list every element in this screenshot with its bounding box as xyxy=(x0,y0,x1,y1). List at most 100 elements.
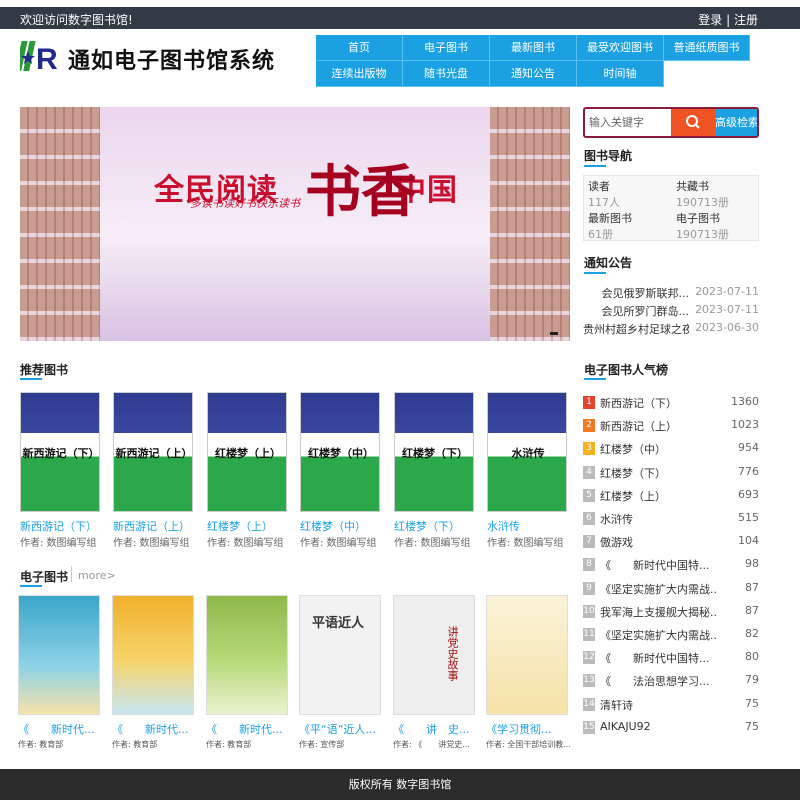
ebook-cover[interactable] xyxy=(112,595,194,715)
top-bar: 欢迎访问数字图书馆! 登录 | 注册 xyxy=(0,7,800,29)
login-link[interactable]: 登录 xyxy=(698,13,722,27)
rank-book-title[interactable]: 《 新时代中国特... xyxy=(600,557,718,573)
logo-icon[interactable]: R xyxy=(20,39,62,73)
rank-number: 9 xyxy=(583,581,595,595)
book-cover[interactable]: 红楼梦（下） xyxy=(394,392,474,512)
stat-ebooks: 电子图书 190713册 xyxy=(676,212,729,241)
ranking-item[interactable]: 2 新西游记（上） 1023 xyxy=(583,416,759,434)
rank-book-title[interactable]: 新西游记（下） xyxy=(600,395,718,411)
advanced-search-button[interactable]: 高级检索 xyxy=(715,109,757,136)
notice-item[interactable]: 会见俄罗斯联邦... 2023-07-11 xyxy=(583,285,760,303)
rank-count: 515 xyxy=(738,511,759,524)
rank-number: 10 xyxy=(583,604,595,618)
ebook-title[interactable]: 《 新时代... xyxy=(206,721,292,737)
nav-item-notices[interactable]: 通知公告 xyxy=(490,61,577,87)
rank-number: 13 xyxy=(583,674,595,688)
nav-item-timeline[interactable]: 时间轴 xyxy=(577,61,664,87)
rank-book-title[interactable]: 傲游戏 xyxy=(600,534,718,550)
ranking-item[interactable]: 11 《坚定实施扩大内需战... 82 xyxy=(583,625,759,643)
rank-book-title[interactable]: 水浒传 xyxy=(600,511,718,527)
ebook-title[interactable]: 《 新时代... xyxy=(112,721,198,737)
ebook-title[interactable]: 《 新时代... xyxy=(18,721,104,737)
rank-count: 1360 xyxy=(731,395,759,408)
nav-item-home[interactable]: 首页 xyxy=(316,35,403,61)
rank-book-title[interactable]: 红楼梦（上） xyxy=(600,488,718,504)
nav-item-paper[interactable]: 普通纸质图书 xyxy=(664,35,750,61)
book-author: 作者: 数图编写组 xyxy=(394,538,471,549)
rank-book-title[interactable]: 清轩诗 xyxy=(600,697,718,713)
search-button[interactable] xyxy=(671,109,715,136)
ebook-cover[interactable]: 讲党史故事 xyxy=(393,595,475,715)
book-cover[interactable]: 水浒传 xyxy=(487,392,567,512)
notice-item[interactable]: 贵州村超乡村足球之夜...2023-06-30 xyxy=(583,321,759,339)
ebook-cover[interactable] xyxy=(206,595,288,715)
rank-count: 75 xyxy=(745,719,759,733)
ranking-item[interactable]: 1 新西游记（下） 1360 xyxy=(583,393,759,411)
rank-book-title[interactable]: 《坚定实施扩大内需战... xyxy=(600,627,718,643)
ranking-item[interactable]: 14 清轩诗 75 xyxy=(583,695,759,713)
site-footer: 版权所有 数字图书馆 xyxy=(0,769,800,800)
ebook-cover[interactable] xyxy=(486,595,568,715)
rank-count: 776 xyxy=(738,464,759,478)
rank-book-title[interactable]: 红楼梦（下） xyxy=(600,465,718,481)
ebook-cover[interactable]: 平语近人 xyxy=(299,595,381,715)
carousel-indicator[interactable] xyxy=(550,332,558,335)
rank-book-title[interactable]: 我军海上支援舰大揭秘... xyxy=(600,604,718,620)
rank-number: 6 xyxy=(583,512,595,525)
rank-book-title[interactable]: 红楼梦（中） xyxy=(600,441,718,457)
ranking-item[interactable]: 15 AIKAJU92 75 xyxy=(583,718,759,736)
rank-book-title[interactable]: 《 新时代中国特... xyxy=(600,650,718,666)
ebook-title[interactable]: 《学习贯彻... xyxy=(486,721,572,737)
section-underline xyxy=(584,272,606,274)
ranking-item[interactable]: 10 我军海上支援舰大揭秘... 87 xyxy=(583,602,759,620)
book-cover[interactable]: 新西游记（上） xyxy=(113,392,193,512)
rank-book-title[interactable]: 新西游记（上） xyxy=(600,418,718,434)
nav-item-popular[interactable]: 最受欢迎图书 xyxy=(577,35,664,61)
nav-item-serials[interactable]: 连续出版物 xyxy=(316,61,403,87)
rank-count: 98 xyxy=(745,557,759,571)
book-cover[interactable]: 新西游记（下） xyxy=(20,392,100,512)
divider xyxy=(71,566,72,582)
ranking-item[interactable]: 13 《 法治思想学习... 79 xyxy=(583,671,759,689)
register-link[interactable]: 注册 xyxy=(734,13,758,27)
rank-book-title[interactable]: AIKAJU92 xyxy=(600,720,718,733)
book-title[interactable]: 水浒传 xyxy=(487,518,520,534)
ebook-title[interactable]: 《 讲 史... xyxy=(393,721,479,737)
rank-book-title[interactable]: 《 法治思想学习... xyxy=(600,673,718,689)
rank-count: 1023 xyxy=(731,418,759,432)
ranking-item[interactable]: 7 傲游戏 104 xyxy=(583,532,759,550)
ebook-cover[interactable] xyxy=(18,595,100,715)
ebook-title[interactable]: 《平“语”近人... xyxy=(299,721,385,737)
notice-item[interactable]: 会见所罗门群岛... 2023-07-11 xyxy=(583,303,760,321)
nav-item-ebooks[interactable]: 电子图书 xyxy=(403,35,490,61)
site-header: R 通如电子图书馆系统 首页 电子图书 最新图书 最受欢迎图书 普通纸质图书 连… xyxy=(0,29,800,95)
ranking-item[interactable]: 8 《 新时代中国特... 98 xyxy=(583,555,759,573)
rank-book-title[interactable]: 《坚定实施扩大内需战... xyxy=(600,581,718,597)
ranking-item[interactable]: 3 红楼梦（中） 954 xyxy=(583,439,759,457)
banner-calligraphy-text: 书香 xyxy=(305,159,417,225)
book-title[interactable]: 红楼梦（下） xyxy=(394,518,460,534)
ebook-author: 作者: 《 讲党史... xyxy=(393,740,470,749)
book-cover[interactable]: 红楼梦（上） xyxy=(207,392,287,512)
book-title[interactable]: 红楼梦（中） xyxy=(300,518,366,534)
ranking-item[interactable]: 12 《 新时代中国特... 80 xyxy=(583,648,759,666)
hero-banner[interactable]: 全民阅读 中国 书香 多读书读好书快乐读书 xyxy=(20,107,570,341)
nav-item-discs[interactable]: 随书光盘 xyxy=(403,61,490,87)
search-box: 输入关键字 高级检索 xyxy=(583,107,759,138)
ranking-item[interactable]: 9 《坚定实施扩大内需战... 87 xyxy=(583,579,759,597)
rank-number: 14 xyxy=(583,697,595,711)
ranking-item[interactable]: 4 红楼梦（下） 776 xyxy=(583,463,759,481)
ranking-item[interactable]: 6 水浒传 515 xyxy=(583,509,759,527)
book-title[interactable]: 新西游记（下） xyxy=(20,518,97,534)
auth-separator: | xyxy=(726,13,731,27)
book-cover[interactable]: 红楼梦（中） xyxy=(300,392,380,512)
recommended-title: 推荐图书 xyxy=(20,363,69,377)
rank-number: 5 xyxy=(583,488,595,502)
search-input[interactable]: 输入关键字 xyxy=(585,109,671,136)
book-title[interactable]: 红楼梦（上） xyxy=(207,518,273,534)
ebooks-title: 电子图书 xyxy=(20,570,69,584)
more-link[interactable]: more> xyxy=(78,569,116,582)
ranking-item[interactable]: 5 红楼梦（上） 693 xyxy=(583,486,759,504)
nav-item-latest[interactable]: 最新图书 xyxy=(490,35,577,61)
book-title[interactable]: 新西游记（上） xyxy=(113,518,190,534)
